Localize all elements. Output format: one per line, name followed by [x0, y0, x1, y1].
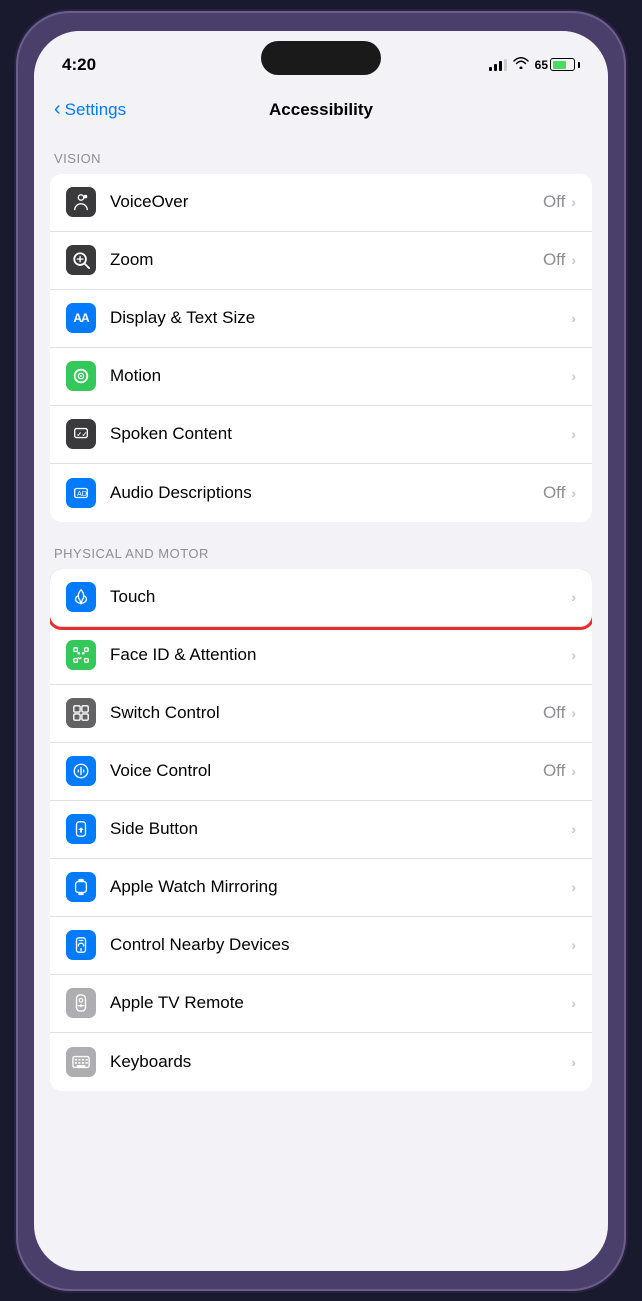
- apple-watch-mirroring-row[interactable]: Apple Watch Mirroring ›: [50, 859, 592, 917]
- side-button-row[interactable]: Side Button ›: [50, 801, 592, 859]
- face-id-label: Face ID & Attention: [110, 645, 571, 665]
- touch-label: Touch: [110, 587, 571, 607]
- audio-descriptions-value: Off: [543, 483, 565, 503]
- switch-control-chevron-icon: ›: [571, 705, 576, 721]
- zoom-icon: [66, 245, 96, 275]
- status-time: 4:20: [62, 55, 96, 75]
- motion-label: Motion: [110, 366, 571, 386]
- zoom-label: Zoom: [110, 250, 543, 270]
- vision-section-header: VISION: [34, 135, 608, 174]
- battery-icon: 65: [535, 58, 580, 72]
- voiceover-icon: ♪: [66, 187, 96, 217]
- side-button-label: Side Button: [110, 819, 571, 839]
- display-text-size-row[interactable]: AA Display & Text Size ›: [50, 290, 592, 348]
- phone-frame: 4:20: [16, 11, 626, 1291]
- face-id-row[interactable]: Face ID & Attention ›: [50, 627, 592, 685]
- voiceover-row[interactable]: ♪ VoiceOver Off ›: [50, 174, 592, 232]
- physical-motor-section-header: PHYSICAL AND MOTOR: [34, 530, 608, 569]
- face-id-icon: [66, 640, 96, 670]
- switch-control-row[interactable]: Switch Control Off ›: [50, 685, 592, 743]
- audio-descriptions-row[interactable]: AD Audio Descriptions Off ›: [50, 464, 592, 522]
- vision-group: ♪ VoiceOver Off ›: [50, 174, 592, 522]
- voice-control-value: Off: [543, 761, 565, 781]
- control-nearby-devices-row[interactable]: Control Nearby Devices ›: [50, 917, 592, 975]
- voiceover-label: VoiceOver: [110, 192, 543, 212]
- apple-watch-mirroring-label: Apple Watch Mirroring: [110, 877, 571, 897]
- display-text-size-label: Display & Text Size: [110, 308, 571, 328]
- audio-descriptions-chevron-icon: ›: [571, 485, 576, 501]
- keyboards-label: Keyboards: [110, 1052, 571, 1072]
- touch-chevron-icon: ›: [571, 589, 576, 605]
- keyboards-row[interactable]: Keyboards ›: [50, 1033, 592, 1091]
- side-button-icon: [66, 814, 96, 844]
- phone-screen: 4:20: [34, 31, 608, 1271]
- status-bar: 4:20: [34, 31, 608, 85]
- audio-descriptions-icon: AD: [66, 478, 96, 508]
- display-text-size-chevron-icon: ›: [571, 310, 576, 326]
- control-nearby-devices-icon: [66, 930, 96, 960]
- svg-text:✓✓: ✓✓: [77, 432, 88, 439]
- spoken-content-icon: ✓✓: [66, 419, 96, 449]
- zoom-chevron-icon: ›: [571, 252, 576, 268]
- wifi-icon: [513, 57, 529, 72]
- signal-icon: [489, 59, 507, 71]
- side-button-chevron-icon: ›: [571, 821, 576, 837]
- nav-bar: ‹ Settings Accessibility: [34, 85, 608, 135]
- spoken-content-chevron-icon: ›: [571, 426, 576, 442]
- voiceover-chevron-icon: ›: [571, 194, 576, 210]
- voiceover-value: Off: [543, 192, 565, 212]
- svg-text:♪: ♪: [83, 195, 85, 200]
- audio-descriptions-label: Audio Descriptions: [110, 483, 543, 503]
- voice-control-icon: [66, 756, 96, 786]
- motion-row[interactable]: Motion ›: [50, 348, 592, 406]
- scroll-area[interactable]: VISION ♪ VoiceOver Off ›: [34, 135, 608, 1271]
- back-label: Settings: [65, 100, 126, 120]
- motion-icon: [66, 361, 96, 391]
- apple-watch-mirroring-icon: [66, 872, 96, 902]
- zoom-row[interactable]: Zoom Off ›: [50, 232, 592, 290]
- physical-motor-group: Touch ›: [50, 569, 592, 1091]
- back-chevron-icon: ‹: [54, 99, 61, 119]
- touch-row[interactable]: Touch ›: [50, 569, 592, 627]
- svg-text:AD: AD: [77, 489, 87, 498]
- switch-control-value: Off: [543, 703, 565, 723]
- control-nearby-devices-label: Control Nearby Devices: [110, 935, 571, 955]
- spoken-content-row[interactable]: ✓✓ Spoken Content ›: [50, 406, 592, 464]
- voice-control-row[interactable]: Voice Control Off ›: [50, 743, 592, 801]
- voice-control-chevron-icon: ›: [571, 763, 576, 779]
- motion-chevron-icon: ›: [571, 368, 576, 384]
- switch-control-label: Switch Control: [110, 703, 543, 723]
- apple-tv-remote-chevron-icon: ›: [571, 995, 576, 1011]
- switch-control-icon: [66, 698, 96, 728]
- dynamic-island: [261, 41, 381, 75]
- keyboards-icon: [66, 1047, 96, 1077]
- keyboards-chevron-icon: ›: [571, 1054, 576, 1070]
- zoom-value: Off: [543, 250, 565, 270]
- back-button[interactable]: ‹ Settings: [54, 100, 126, 120]
- apple-tv-remote-icon: [66, 988, 96, 1018]
- apple-tv-remote-label: Apple TV Remote: [110, 993, 571, 1013]
- control-nearby-devices-chevron-icon: ›: [571, 937, 576, 953]
- spoken-content-label: Spoken Content: [110, 424, 571, 444]
- face-id-chevron-icon: ›: [571, 647, 576, 663]
- touch-icon: [66, 582, 96, 612]
- page-title: Accessibility: [269, 100, 373, 120]
- apple-watch-mirroring-chevron-icon: ›: [571, 879, 576, 895]
- status-icons: 65: [489, 57, 580, 72]
- voice-control-label: Voice Control: [110, 761, 543, 781]
- apple-tv-remote-row[interactable]: Apple TV Remote ›: [50, 975, 592, 1033]
- display-text-size-icon: AA: [66, 303, 96, 333]
